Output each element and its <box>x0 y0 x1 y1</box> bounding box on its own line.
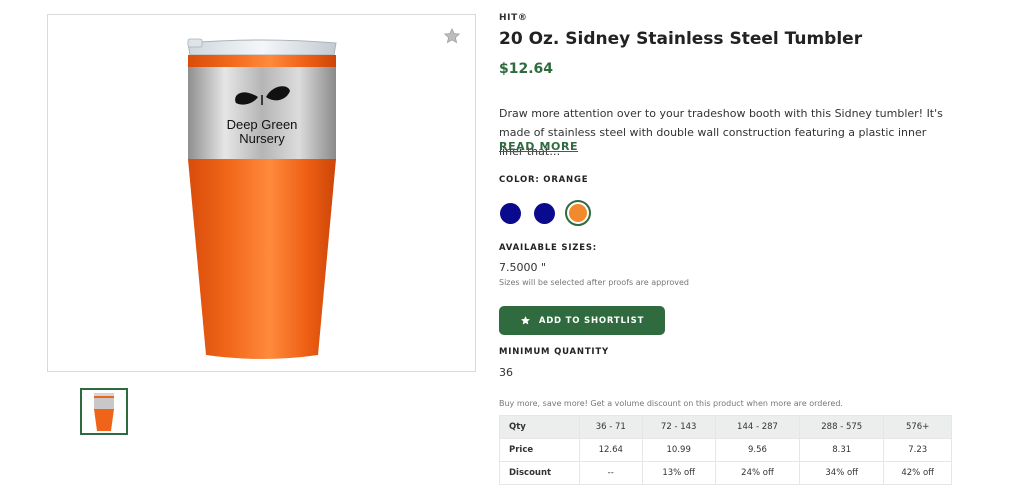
product-image-gallery: Deep Green Nursery <box>47 14 476 372</box>
size-note: Sizes will be selected after proofs are … <box>499 278 689 287</box>
table-cell: 34% off <box>799 461 885 485</box>
table-cell: Price <box>499 438 580 462</box>
table-header-cell: 288 - 575 <box>799 415 885 439</box>
table-header-cell: 144 - 287 <box>714 415 801 439</box>
available-sizes-label: AVAILABLE SIZES: <box>499 243 597 253</box>
table-cell: Discount <box>499 461 580 485</box>
svg-text:Deep Green: Deep Green <box>227 117 298 132</box>
color-swatch-navy[interactable] <box>534 203 555 224</box>
table-cell: 42% off <box>883 461 952 485</box>
table-header-cell: Qty <box>499 415 580 439</box>
favorite-star-icon[interactable] <box>443 27 461 45</box>
color-swatch-blue[interactable] <box>500 203 521 224</box>
brand-name: HIT® <box>499 13 528 23</box>
table-cell: 10.99 <box>641 438 716 462</box>
color-swatch-orange[interactable] <box>565 200 591 226</box>
table-row-discount: Discount -- 13% off 24% off 34% off 42% … <box>499 461 952 485</box>
shortlist-button-label: ADD TO SHORTLIST <box>538 315 645 326</box>
thumbnail-image <box>94 393 114 431</box>
table-row-price: Price 12.64 10.99 9.56 8.31 7.23 <box>499 438 952 462</box>
read-more-link[interactable]: READ MORE <box>499 140 578 153</box>
pricing-header-row: Qty 36 - 71 72 - 143 144 - 287 288 - 575… <box>499 415 952 439</box>
table-header-cell: 72 - 143 <box>641 415 716 439</box>
table-cell: 13% off <box>641 461 716 485</box>
table-cell: 12.64 <box>579 438 643 462</box>
svg-text:Nursery: Nursery <box>239 131 285 146</box>
table-cell: 9.56 <box>714 438 801 462</box>
product-image: Deep Green Nursery <box>187 38 337 359</box>
table-cell: -- <box>579 461 643 485</box>
product-thumbnail[interactable] <box>80 388 128 435</box>
pricing-table: Qty 36 - 71 72 - 143 144 - 287 288 - 575… <box>499 415 952 485</box>
add-to-shortlist-button[interactable]: ADD TO SHORTLIST <box>499 306 665 335</box>
table-header-cell: 36 - 71 <box>579 415 643 439</box>
color-label: COLOR: ORANGE <box>499 175 589 185</box>
star-icon <box>520 316 530 325</box>
product-title: 20 Oz. Sidney Stainless Steel Tumbler <box>499 29 863 49</box>
table-cell: 7.23 <box>883 438 952 462</box>
table-cell: 8.31 <box>799 438 885 462</box>
product-price: $12.64 <box>499 61 554 77</box>
minimum-quantity-label: MINIMUM QUANTITY <box>499 347 609 357</box>
volume-discount-note: Buy more, save more! Get a volume discou… <box>499 399 843 408</box>
minimum-quantity-value: 36 <box>499 366 513 379</box>
table-header-cell: 576+ <box>883 415 952 439</box>
table-cell: 24% off <box>714 461 801 485</box>
size-value: 7.5000 " <box>499 261 547 274</box>
